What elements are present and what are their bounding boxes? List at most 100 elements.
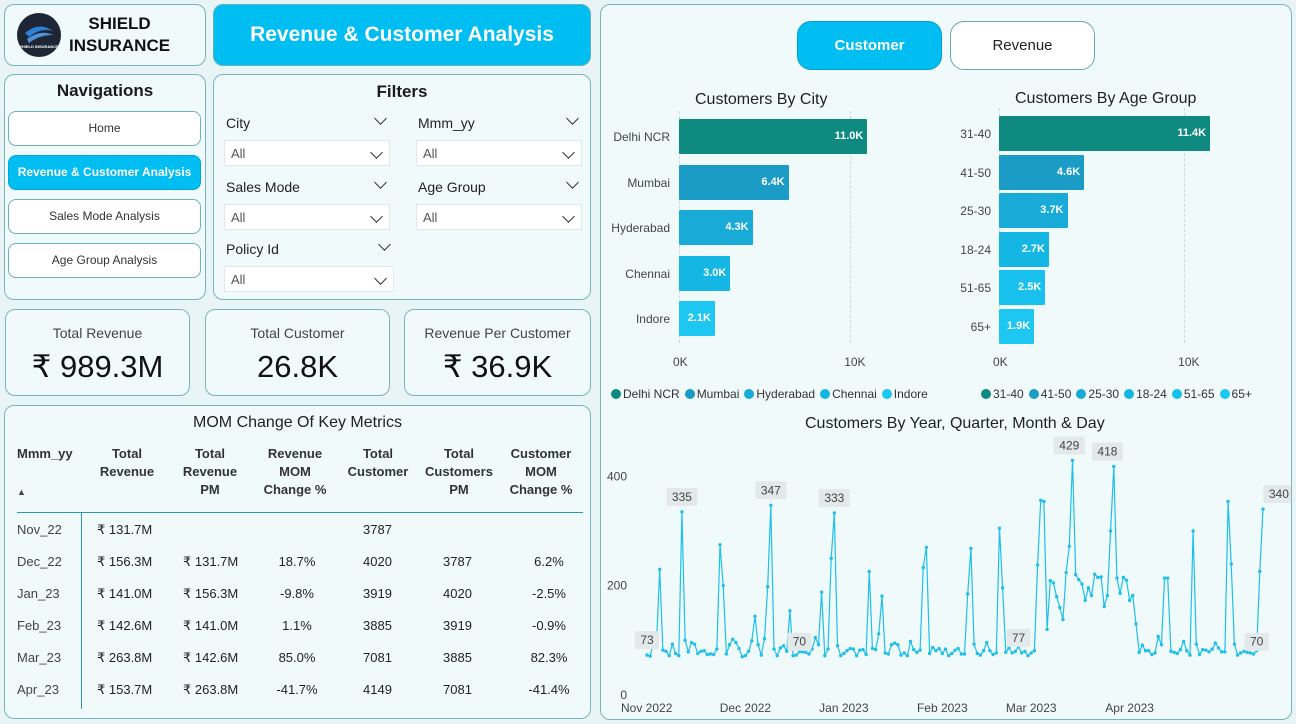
data-point[interactable]	[683, 638, 687, 643]
legend-item[interactable]: Chennai	[820, 387, 877, 401]
data-point[interactable]	[804, 650, 808, 655]
data-point[interactable]	[1042, 499, 1046, 504]
column-header-total-customer[interactable]: Total Customer	[341, 445, 415, 481]
column-header-revenue-mom-change[interactable]: Revenue MOM Change %	[255, 445, 335, 499]
city-dropdown[interactable]: All	[224, 140, 390, 166]
data-point[interactable]	[1200, 647, 1205, 652]
data-point[interactable]	[981, 649, 986, 653]
legend-item[interactable]: 51-65	[1171, 387, 1215, 401]
data-point[interactable]	[915, 650, 919, 655]
data-point[interactable]	[680, 510, 684, 514]
data-point[interactable]	[966, 592, 970, 596]
data-point[interactable]	[1124, 578, 1129, 582]
data-point[interactable]	[731, 637, 735, 641]
data-point[interactable]	[823, 653, 827, 658]
data-point[interactable]	[819, 590, 824, 594]
data-point[interactable]	[889, 643, 894, 647]
data-point[interactable]	[969, 546, 973, 551]
data-point[interactable]	[1099, 575, 1103, 579]
age-group-collapse-chevron-icon[interactable]	[566, 176, 579, 189]
data-point[interactable]	[1102, 604, 1106, 609]
data-point[interactable]	[721, 583, 725, 588]
data-point[interactable]	[1080, 582, 1084, 586]
data-point[interactable]	[1093, 572, 1097, 576]
data-point[interactable]	[959, 652, 964, 656]
data-point[interactable]	[1178, 647, 1183, 652]
data-point[interactable]	[1054, 594, 1059, 599]
data-point[interactable]	[1169, 649, 1173, 653]
legend-item[interactable]: 18-24	[1124, 387, 1167, 401]
data-point[interactable]	[1023, 649, 1027, 653]
data-point[interactable]	[1162, 576, 1167, 580]
data-point[interactable]	[1166, 576, 1170, 580]
data-point[interactable]	[975, 651, 979, 656]
data-point[interactable]	[1245, 650, 1249, 655]
data-point[interactable]	[1083, 598, 1087, 603]
data-point[interactable]	[918, 648, 922, 652]
data-point[interactable]	[851, 647, 856, 651]
column-header-total-revenue-pm[interactable]: Total Revenue PM	[173, 445, 247, 499]
data-point[interactable]	[816, 643, 821, 647]
data-point[interactable]	[769, 503, 773, 508]
data-point[interactable]	[1232, 642, 1237, 646]
data-point[interactable]	[759, 653, 764, 657]
data-point[interactable]	[940, 651, 944, 656]
data-point[interactable]	[1070, 458, 1075, 463]
data-point[interactable]	[762, 636, 767, 641]
data-point[interactable]	[854, 653, 859, 658]
data-point[interactable]	[673, 651, 678, 656]
data-point[interactable]	[1207, 650, 1211, 654]
data-point[interactable]	[1150, 652, 1154, 657]
data-point[interactable]	[829, 556, 833, 561]
data-point[interactable]	[943, 647, 948, 651]
sort-ascending-icon[interactable]: ▲	[17, 483, 81, 501]
data-point[interactable]	[645, 653, 649, 657]
data-point[interactable]	[972, 642, 976, 646]
data-point[interactable]	[1216, 646, 1221, 650]
data-point[interactable]	[1073, 573, 1078, 577]
nav-sales-mode-button[interactable]: Sales Mode Analysis	[8, 199, 201, 234]
data-point[interactable]	[1210, 647, 1214, 651]
data-point[interactable]	[1229, 562, 1233, 566]
data-point[interactable]	[1134, 622, 1138, 626]
data-point[interactable]	[734, 640, 738, 645]
data-point[interactable]	[1010, 651, 1014, 655]
data-point[interactable]	[1156, 634, 1160, 639]
data-point[interactable]	[994, 651, 998, 655]
data-point[interactable]	[962, 652, 967, 656]
data-point[interactable]	[946, 653, 951, 658]
data-point[interactable]	[832, 511, 837, 515]
data-point[interactable]	[791, 653, 795, 658]
data-point[interactable]	[908, 639, 913, 644]
column-header-total-customers-pm[interactable]: Total Customers PM	[419, 445, 499, 499]
data-point[interactable]	[724, 652, 729, 656]
data-point[interactable]	[1251, 652, 1256, 656]
data-point[interactable]	[902, 651, 906, 655]
data-point[interactable]	[1118, 591, 1122, 596]
column-header-mmm-yy[interactable]: Mmm_yy ▲	[17, 445, 81, 501]
data-point[interactable]	[873, 647, 878, 652]
data-point[interactable]	[934, 649, 938, 653]
policy-id-collapse-chevron-icon[interactable]	[378, 238, 391, 251]
data-point[interactable]	[753, 614, 757, 618]
data-point[interactable]	[931, 645, 935, 650]
data-point[interactable]	[1153, 651, 1157, 655]
age-group-dropdown[interactable]: All	[416, 204, 582, 230]
column-header-customer-mom-change[interactable]: Customer MOM Change %	[501, 445, 581, 499]
data-point[interactable]	[1077, 577, 1081, 582]
data-point[interactable]	[912, 647, 916, 652]
data-point[interactable]	[1035, 563, 1040, 567]
data-point[interactable]	[864, 652, 868, 657]
data-point[interactable]	[1058, 605, 1062, 610]
data-point[interactable]	[880, 594, 884, 598]
data-point[interactable]	[1172, 650, 1176, 655]
data-point[interactable]	[788, 609, 792, 613]
data-point[interactable]	[1239, 651, 1243, 655]
data-point[interactable]	[927, 651, 932, 656]
data-point[interactable]	[692, 642, 697, 646]
legend-item[interactable]: Hyderabad	[744, 387, 815, 401]
data-point[interactable]	[661, 648, 665, 652]
nav-revenue-customer-button[interactable]: Revenue & Customer Analysis	[8, 155, 201, 190]
data-point[interactable]	[702, 649, 706, 653]
data-point[interactable]	[1064, 570, 1068, 575]
